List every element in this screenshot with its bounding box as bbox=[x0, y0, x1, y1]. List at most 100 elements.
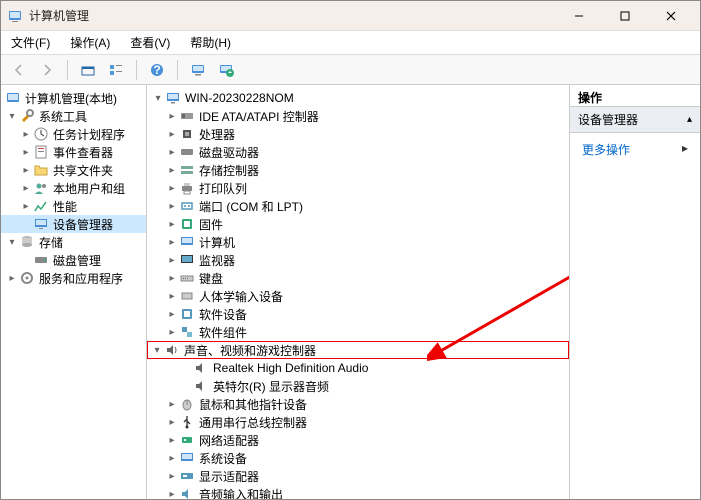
chevron-right-icon[interactable]: ▸ bbox=[165, 307, 179, 321]
chevron-right-icon[interactable]: ▸ bbox=[165, 487, 179, 499]
dev-keyboard[interactable]: ▸键盘 bbox=[147, 269, 569, 287]
tree-system-tools[interactable]: ▾ 系统工具 bbox=[1, 107, 146, 125]
chevron-right-icon[interactable]: ▸ bbox=[165, 253, 179, 267]
chevron-right-icon[interactable]: ▸ bbox=[165, 469, 179, 483]
dev-diskdrive[interactable]: ▸磁盘驱动器 bbox=[147, 143, 569, 161]
chevron-right-icon[interactable]: ▸ bbox=[165, 397, 179, 411]
chevron-right-icon[interactable]: ▸ bbox=[5, 271, 19, 285]
tree-performance[interactable]: ▸性能 bbox=[1, 197, 146, 215]
chevron-right-icon[interactable]: ▸ bbox=[19, 199, 33, 213]
dev-software-components[interactable]: ▸ 软件组件 bbox=[147, 323, 569, 341]
dev-ports[interactable]: ▸端口 (COM 和 LPT) bbox=[147, 197, 569, 215]
close-button[interactable] bbox=[648, 2, 694, 30]
tree-local-users[interactable]: ▸本地用户和组 bbox=[1, 179, 146, 197]
chevron-right-icon[interactable]: ▸ bbox=[19, 181, 33, 195]
disk-icon bbox=[179, 144, 195, 160]
chevron-right-icon[interactable]: ▸ bbox=[165, 181, 179, 195]
dev-label: 鼠标和其他指针设备 bbox=[199, 396, 307, 413]
menu-help[interactable]: 帮助(H) bbox=[186, 32, 235, 53]
tree-storage[interactable]: ▾ 存储 bbox=[1, 233, 146, 251]
dev-audio-io[interactable]: ▸ 音频输入和输出 bbox=[147, 485, 569, 499]
device-tree-panel[interactable]: ▾WIN-20230228NOM ▸IDE ATA/ATAPI 控制器 ▸处理器… bbox=[147, 85, 570, 499]
chevron-down-icon[interactable]: ▾ bbox=[151, 91, 165, 105]
back-button bbox=[7, 58, 31, 82]
svg-text:?: ? bbox=[153, 63, 160, 77]
view-button[interactable] bbox=[104, 58, 128, 82]
tree-device-manager[interactable]: 设备管理器 bbox=[1, 215, 146, 233]
chevron-right-icon[interactable]: ▸ bbox=[165, 415, 179, 429]
chevron-down-icon[interactable]: ▾ bbox=[150, 343, 164, 357]
dev-intel-display-audio[interactable]: 英特尔(R) 显示器音频 bbox=[147, 377, 569, 395]
dev-network[interactable]: ▸ 网络适配器 bbox=[147, 431, 569, 449]
tree-disk-mgmt[interactable]: 磁盘管理 bbox=[1, 251, 146, 269]
dev-label: 监视器 bbox=[199, 252, 235, 269]
dev-label: 音频输入和输出 bbox=[199, 486, 283, 500]
dev-realtek-audio[interactable]: Realtek High Definition Audio bbox=[147, 359, 569, 377]
chevron-right-icon[interactable]: ▸ bbox=[165, 145, 179, 159]
chevron-right-icon[interactable]: ▸ bbox=[165, 325, 179, 339]
dev-cpu[interactable]: ▸处理器 bbox=[147, 125, 569, 143]
dev-storagectrl[interactable]: ▸存储控制器 bbox=[147, 161, 569, 179]
chevron-right-icon[interactable]: ▸ bbox=[19, 127, 33, 141]
monitor-icon bbox=[179, 252, 195, 268]
clock-icon bbox=[33, 126, 49, 142]
chevron-right-icon[interactable]: ▸ bbox=[165, 289, 179, 303]
chevron-right-icon[interactable]: ▸ bbox=[165, 217, 179, 231]
speaker-icon bbox=[164, 342, 180, 358]
computer-icon-button[interactable] bbox=[186, 58, 210, 82]
chevron-right-icon[interactable]: ▸ bbox=[19, 145, 33, 159]
computer-icon bbox=[179, 234, 195, 250]
storage-ctrl-icon bbox=[179, 162, 195, 178]
dev-mouse[interactable]: ▸ 鼠标和其他指针设备 bbox=[147, 395, 569, 413]
chevron-right-icon[interactable]: ▸ bbox=[165, 433, 179, 447]
chevron-right-icon[interactable]: ▸ bbox=[165, 235, 179, 249]
tree-label: 共享文件夹 bbox=[53, 162, 113, 179]
dev-system-devices[interactable]: ▸系统设备 bbox=[147, 449, 569, 467]
menu-view[interactable]: 查看(V) bbox=[126, 32, 174, 53]
dev-hid[interactable]: ▸人体学输入设备 bbox=[147, 287, 569, 305]
chevron-down-icon[interactable]: ▾ bbox=[5, 109, 19, 123]
chevron-down-icon[interactable]: ▾ bbox=[5, 235, 19, 249]
menu-file[interactable]: 文件(F) bbox=[7, 32, 54, 53]
tree-event-viewer[interactable]: ▸事件查看器 bbox=[1, 143, 146, 161]
help-button[interactable]: ? bbox=[145, 58, 169, 82]
dev-monitor[interactable]: ▸ 监视器 bbox=[147, 251, 569, 269]
dev-ide[interactable]: ▸IDE ATA/ATAPI 控制器 bbox=[147, 107, 569, 125]
dev-sound-video-game[interactable]: ▾声音、视频和游戏控制器 bbox=[147, 341, 569, 359]
dev-label: 软件组件 bbox=[199, 324, 247, 341]
left-tree-panel[interactable]: 计算机管理(本地) ▾ 系统工具 ▸任务计划程序 ▸事件查看器 ▸ 共享文件夹 ▸… bbox=[1, 85, 147, 499]
refresh-button[interactable] bbox=[214, 58, 238, 82]
dev-root[interactable]: ▾WIN-20230228NOM bbox=[147, 89, 569, 107]
tree-shared-folders[interactable]: ▸ 共享文件夹 bbox=[1, 161, 146, 179]
tree-task-scheduler[interactable]: ▸任务计划程序 bbox=[1, 125, 146, 143]
dev-display-adapters[interactable]: ▸显示适配器 bbox=[147, 467, 569, 485]
dev-firmware[interactable]: ▸固件 bbox=[147, 215, 569, 233]
chevron-right-icon[interactable]: ▸ bbox=[165, 199, 179, 213]
services-icon bbox=[19, 270, 35, 286]
minimize-button[interactable] bbox=[556, 2, 602, 30]
actions-subheader[interactable]: 设备管理器 ▴ bbox=[570, 107, 700, 133]
dev-computer[interactable]: ▸计算机 bbox=[147, 233, 569, 251]
audio-io-icon bbox=[179, 486, 195, 499]
dev-label: 网络适配器 bbox=[199, 432, 259, 449]
dev-software-devices[interactable]: ▸软件设备 bbox=[147, 305, 569, 323]
chevron-right-icon[interactable]: ▸ bbox=[19, 163, 33, 177]
forward-button bbox=[35, 58, 59, 82]
actions-more[interactable]: 更多操作 ▸ bbox=[582, 139, 688, 160]
chevron-right-icon[interactable]: ▸ bbox=[165, 271, 179, 285]
menu-action[interactable]: 操作(A) bbox=[66, 32, 114, 53]
dev-printqueue[interactable]: ▸打印队列 bbox=[147, 179, 569, 197]
tree-services-apps[interactable]: ▸ 服务和应用程序 bbox=[1, 269, 146, 287]
chevron-right-icon[interactable]: ▸ bbox=[165, 451, 179, 465]
up-button[interactable] bbox=[76, 58, 100, 82]
collapse-icon[interactable]: ▴ bbox=[687, 114, 692, 125]
chevron-right-icon[interactable]: ▸ bbox=[165, 109, 179, 123]
tree-label: 设备管理器 bbox=[53, 216, 113, 233]
dev-label: Realtek High Definition Audio bbox=[213, 361, 368, 375]
dev-usb[interactable]: ▸通用串行总线控制器 bbox=[147, 413, 569, 431]
tree-root-local[interactable]: 计算机管理(本地) bbox=[1, 89, 146, 107]
chevron-right-icon[interactable]: ▸ bbox=[165, 127, 179, 141]
maximize-button[interactable] bbox=[602, 2, 648, 30]
chevron-right-icon[interactable]: ▸ bbox=[165, 163, 179, 177]
firmware-icon bbox=[179, 216, 195, 232]
